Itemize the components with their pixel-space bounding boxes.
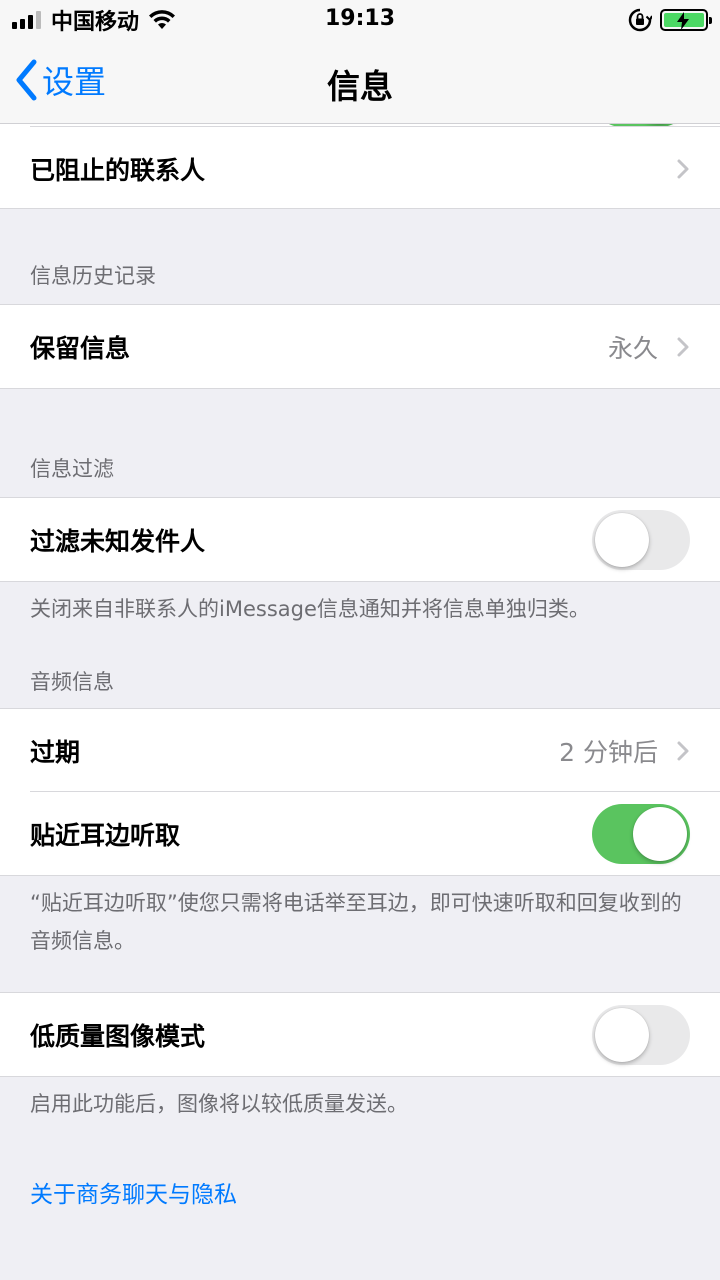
rotation-lock-icon — [628, 8, 652, 32]
low-quality-row: 低质量图像模式 — [0, 993, 720, 1076]
filter-unknown-row: 过滤未知发件人 — [0, 498, 720, 581]
group-audio: 过期 2 分钟后 贴近耳边听取 — [0, 708, 720, 876]
group-blocked: 已阻止的联系人 — [0, 124, 720, 209]
history-header: 信息历史记录 — [30, 264, 156, 288]
blocked-contacts-label: 已阻止的联系人 — [30, 155, 206, 185]
low-quality-label: 低质量图像模式 — [30, 1021, 206, 1051]
business-chat-privacy-link[interactable]: 关于商务聊天与隐私 — [0, 1175, 720, 1209]
raise-to-listen-label: 贴近耳边听取 — [30, 820, 181, 850]
filter-note: 关闭来自非联系人的iMessage信息通知并将信息单独归类。 — [30, 597, 590, 621]
chevron-right-icon — [677, 337, 689, 356]
keep-messages-value: 永久 — [607, 333, 658, 363]
expire-value: 2 分钟后 — [559, 737, 658, 767]
filter-unknown-toggle[interactable] — [592, 509, 690, 570]
low-quality-toggle[interactable] — [592, 1004, 690, 1065]
audio-header: 音频信息 — [30, 670, 114, 694]
navigation-bar: 设置 信息 — [0, 40, 720, 124]
group-history: 保留信息 永久 — [0, 304, 720, 389]
keep-messages-row[interactable]: 保留信息 永久 — [0, 305, 720, 388]
keep-messages-label: 保留信息 — [30, 333, 131, 363]
status-bar: 中国移动 19:13 — [0, 0, 720, 40]
battery-icon — [660, 9, 712, 31]
settings-list[interactable]: 已阻止的联系人 信息历史记录 保留信息 永久 信息过滤 过滤未知发件人 关闭来自… — [0, 124, 720, 1280]
raise-to-listen-row: 贴近耳边听取 — [0, 791, 720, 875]
group-low-quality: 低质量图像模式 — [0, 992, 720, 1077]
low-quality-note: 启用此功能后，图像将以较低质量发送。 — [30, 1092, 408, 1116]
raise-to-listen-toggle[interactable] — [592, 803, 690, 864]
expire-label: 过期 — [30, 737, 81, 767]
audio-note: “贴近耳边听取”使您只需将电话举至耳边，即可快速听取和回复收到的音频信息。 — [30, 891, 682, 953]
group-filter: 过滤未知发件人 — [0, 497, 720, 582]
clock: 19:13 — [324, 6, 396, 31]
chevron-right-icon — [677, 741, 689, 760]
blocked-contacts-row[interactable]: 已阻止的联系人 — [0, 126, 720, 210]
page-title: 信息 — [327, 67, 393, 106]
filter-header: 信息过滤 — [30, 457, 114, 481]
expire-row[interactable]: 过期 2 分钟后 — [0, 709, 720, 792]
chevron-right-icon — [677, 159, 689, 178]
filter-unknown-label: 过滤未知发件人 — [30, 526, 206, 556]
